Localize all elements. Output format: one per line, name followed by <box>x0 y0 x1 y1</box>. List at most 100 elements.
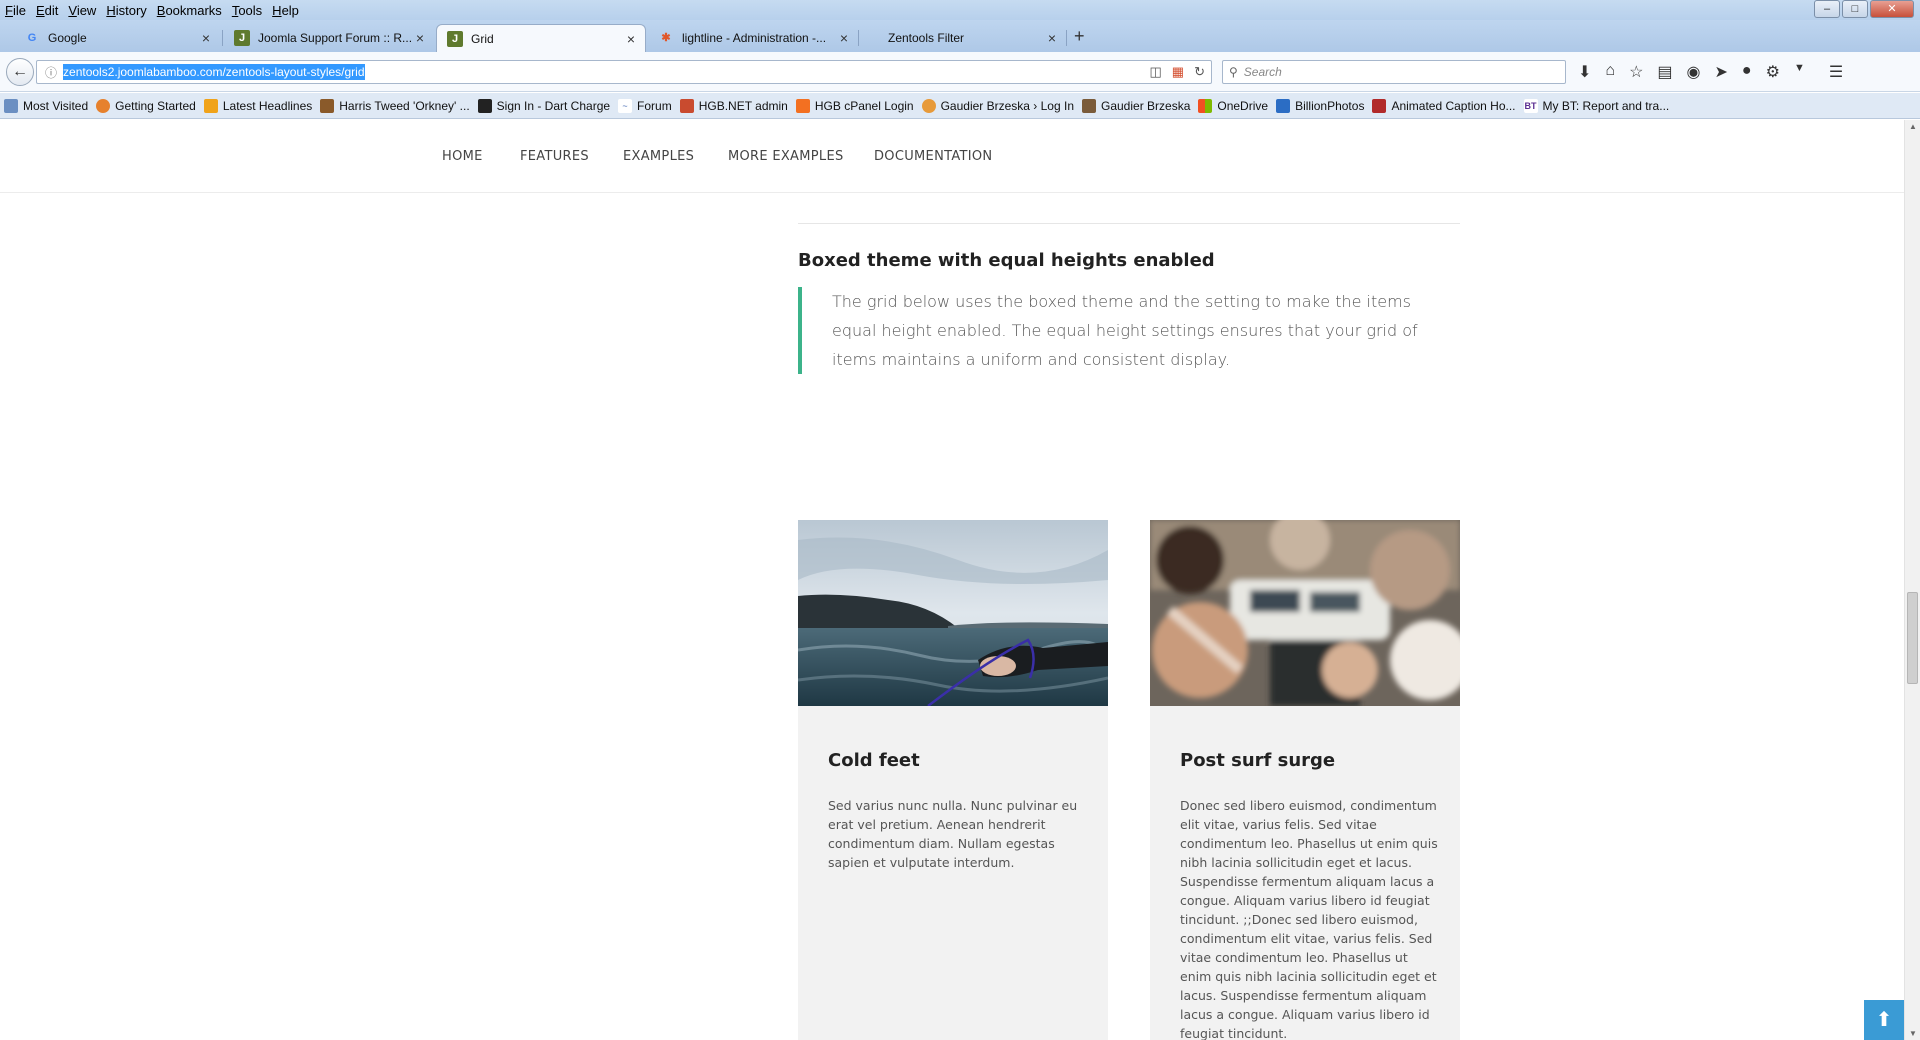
bookmark-getting-started[interactable]: Getting Started <box>96 98 196 113</box>
bookmark-gaudier-login[interactable]: Gaudier Brzeska › Log In <box>921 98 1074 113</box>
reader-view-icon[interactable]: ◫ <box>1150 64 1162 80</box>
tab-lightline-administration[interactable]: ✱ lightline - Administration -... × <box>648 24 858 52</box>
site-icon: ~ <box>618 98 633 113</box>
arrow-up-icon: ⬆ <box>1875 1009 1893 1031</box>
microsoft-icon <box>1198 98 1213 113</box>
joomla-icon <box>679 98 694 113</box>
bookmark-hgb-net-admin[interactable]: HGB.NET admin <box>679 98 788 113</box>
site-icon <box>320 98 335 113</box>
tab-grid[interactable]: J Grid × <box>436 24 646 52</box>
addon-icon[interactable]: ▦ <box>1172 64 1184 80</box>
close-icon[interactable]: × <box>840 30 848 46</box>
bookmarks-list-icon[interactable]: ▤ <box>1657 62 1672 82</box>
menu-view[interactable]: View <box>68 3 96 18</box>
scroll-down-icon[interactable]: ▼ <box>1909 1029 1917 1038</box>
site-icon <box>1082 98 1096 113</box>
minimize-icon[interactable]: – <box>1814 0 1840 18</box>
bookmark-forum[interactable]: ~ Forum <box>618 98 672 113</box>
reload-icon[interactable]: ↻ <box>1194 64 1205 80</box>
bookmark-my-bt[interactable]: BT My BT: Report and tra... <box>1523 98 1669 113</box>
bookmarks-toolbar: Most Visited Getting Started Latest Head… <box>0 93 1920 119</box>
menu-edit[interactable]: Edit <box>36 3 58 18</box>
home-icon[interactable]: ⌂ <box>1605 62 1615 82</box>
google-icon: G <box>27 32 37 44</box>
menu-file[interactable]: File <box>5 3 26 18</box>
card-image-surf-sea[interactable] <box>798 520 1108 706</box>
url-tools: ◫ ▦ ↻ <box>1150 64 1206 80</box>
send-icon[interactable]: ➤ <box>1715 62 1728 82</box>
tab-separator <box>1066 30 1067 46</box>
site-icon <box>921 98 936 113</box>
bookmark-onedrive[interactable]: OneDrive <box>1198 98 1268 113</box>
url-bar[interactable]: ⓘ zentools2.joomlabamboo.com/zentools-la… <box>36 60 1212 84</box>
bookmark-gaudier-brzeska[interactable]: Gaudier Brzeska <box>1082 98 1190 113</box>
close-icon[interactable]: × <box>416 30 424 46</box>
tab-zentools-filter[interactable]: Zentools Filter × <box>860 24 1066 52</box>
card-title[interactable]: Post surf surge <box>1180 750 1335 771</box>
bookmark-star-icon[interactable]: ☆ <box>1629 62 1643 82</box>
maximize-icon[interactable]: □ <box>1842 0 1868 18</box>
firefox-icon <box>96 98 111 113</box>
info-icon[interactable]: ⓘ <box>45 64 57 81</box>
close-icon[interactable]: × <box>627 31 635 47</box>
navigation-bar: ← ⓘ zentools2.joomlabamboo.com/zentools-… <box>0 52 1920 92</box>
site-icon <box>1276 98 1291 113</box>
section-divider <box>798 223 1460 224</box>
section-heading: Boxed theme with equal heights enabled <box>798 250 1215 271</box>
grid-card[interactable]: Cold feet Sed varius nunc nulla. Nunc pu… <box>798 520 1108 1040</box>
menu-bar: File Edit View History Bookmarks Tools H… <box>0 0 1920 20</box>
section-intro: Boxed theme with equal heights enabled T… <box>798 223 1460 374</box>
new-tab-button[interactable]: + <box>1074 26 1085 47</box>
card-image-cafe-people[interactable] <box>1150 520 1460 706</box>
tab-label: Zentools Filter <box>888 31 965 45</box>
scroll-up-icon[interactable]: ▲ <box>1909 122 1917 131</box>
hamburger-menu-icon[interactable]: ☰ <box>1829 62 1843 82</box>
menu-tools[interactable]: Tools <box>232 3 262 18</box>
bookmark-latest-headlines[interactable]: Latest Headlines <box>203 98 312 113</box>
bookmark-most-visited[interactable]: Most Visited <box>4 98 88 113</box>
tab-label: Grid <box>471 31 494 46</box>
close-icon[interactable]: × <box>202 30 210 46</box>
rss-icon <box>203 98 218 113</box>
close-icon[interactable]: × <box>1048 30 1056 46</box>
card-title[interactable]: Cold feet <box>828 750 920 771</box>
pocket-icon[interactable]: ◉ <box>1687 62 1701 82</box>
tab-separator <box>858 30 859 46</box>
tab-joomla-support-forum[interactable]: J Joomla Support Forum :: R... × <box>224 24 434 52</box>
bookmark-billionphotos[interactable]: BillionPhotos <box>1276 98 1364 113</box>
tab-label: Joomla Support Forum :: R... <box>258 31 413 45</box>
tab-strip: G Google × J Joomla Support Forum :: R..… <box>0 20 1920 52</box>
bookmark-dart-charge[interactable]: Sign In - Dart Charge <box>477 98 610 113</box>
menu-bookmarks[interactable]: Bookmarks <box>157 3 222 18</box>
url-text[interactable]: zentools2.joomlabamboo.com/zentools-layo… <box>63 64 365 80</box>
menu-help[interactable]: Help <box>272 3 299 18</box>
bookmark-animated-caption[interactable]: Animated Caption Ho... <box>1372 98 1516 113</box>
nav-home[interactable]: HOME <box>442 149 483 164</box>
nav-examples[interactable]: EXAMPLES <box>623 149 694 164</box>
menu-history[interactable]: History <box>106 3 146 18</box>
back-arrow-icon[interactable]: ← <box>6 58 34 86</box>
scrollbar-thumb[interactable] <box>1907 592 1918 684</box>
tab-google[interactable]: G Google × <box>0 24 220 52</box>
search-bar[interactable]: ⚲ Search <box>1222 60 1566 84</box>
extension-icon[interactable]: ⚙ <box>1766 62 1780 82</box>
card-text: Sed varius nunc nulla. Nunc pulvinar eu … <box>828 798 1078 870</box>
section-blockquote: The grid below uses the boxed theme and … <box>798 287 1460 374</box>
grid-card[interactable]: Post surf surge Donec sed libero euismod… <box>1150 520 1460 1040</box>
window-close-icon[interactable]: ✕ <box>1870 0 1914 18</box>
nav-more-examples[interactable]: MORE EXAMPLES <box>728 149 844 164</box>
tab-label: Google <box>48 31 87 45</box>
card-text: Donec sed libero euismod, condimentum el… <box>1180 798 1438 1040</box>
bookmark-harris-tweed[interactable]: Harris Tweed 'Orkney' ... <box>320 98 470 113</box>
bookmark-hgb-cpanel[interactable]: HGB cPanel Login <box>795 98 914 113</box>
chat-icon[interactable]: ● <box>1742 62 1752 82</box>
tab-label: lightline - Administration -... <box>682 31 827 45</box>
back-to-top-button[interactable]: ⬆ <box>1864 1000 1904 1040</box>
chevron-down-icon[interactable]: ▼ <box>1794 62 1805 82</box>
folder-icon <box>4 98 18 113</box>
nav-documentation[interactable]: DOCUMENTATION <box>874 149 992 164</box>
page-scrollbar[interactable]: ▲ ▼ <box>1904 120 1920 1040</box>
nav-features[interactable]: FEATURES <box>520 149 589 164</box>
search-icon: ⚲ <box>1229 65 1238 79</box>
download-icon[interactable]: ⬇ <box>1578 62 1591 82</box>
